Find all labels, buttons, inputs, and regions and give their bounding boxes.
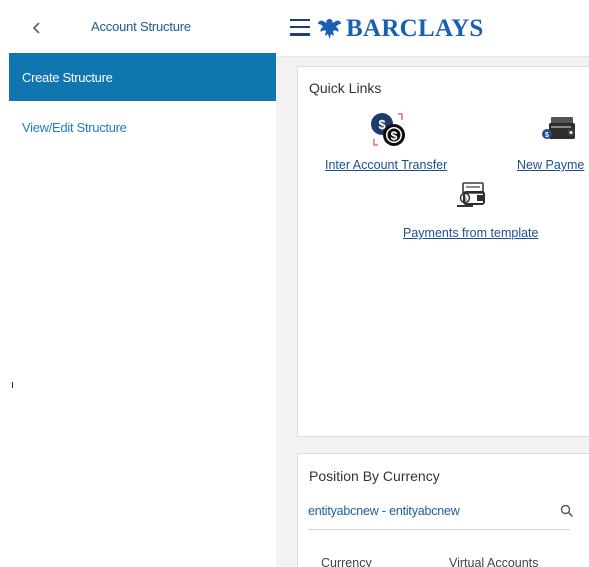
svg-text:$: $	[545, 132, 549, 139]
brand-name: BARCLAYS	[346, 15, 484, 42]
sidebar-item-create-structure[interactable]: Create Structure	[9, 53, 276, 101]
quick-links-title: Quick Links	[309, 80, 382, 96]
svg-text:$: $	[391, 129, 398, 143]
currency-exchange-icon[interactable]: $ $	[368, 111, 408, 149]
entity-select[interactable]: entityabcnew - entityabcnew	[308, 496, 570, 530]
hamburger-menu-icon[interactable]	[290, 19, 310, 36]
divider	[12, 382, 13, 388]
top-header: BARCLAYS	[276, 0, 589, 57]
wallet-payment-icon[interactable]: $	[541, 115, 577, 143]
chevron-left-icon[interactable]	[29, 18, 45, 38]
column-header-currency: Currency	[321, 556, 372, 567]
sidebar-title: Account Structure	[91, 19, 191, 34]
payment-template-icon[interactable]: $	[456, 181, 486, 209]
sidebar-header: Account Structure	[0, 0, 276, 54]
sidebar-item-label: View/Edit Structure	[22, 119, 127, 135]
sidebar-item-label: Create Structure	[22, 69, 113, 85]
sidebar: Account Structure Create Structure View/…	[0, 0, 276, 567]
column-header-virtual-accounts: Virtual Accounts	[449, 556, 539, 567]
search-icon[interactable]	[560, 504, 574, 518]
brand-logo[interactable]: BARCLAYS	[317, 15, 484, 43]
quick-links-card: Quick Links $ $ Inter Account Transfer $…	[297, 66, 589, 437]
position-by-currency-card: Position By Currency entityabcnew - enti…	[297, 453, 589, 567]
eagle-logo-icon	[318, 19, 341, 39]
new-payment-link[interactable]: New Payme	[517, 158, 584, 172]
payments-from-template-link[interactable]: Payments from template	[403, 226, 538, 240]
inter-account-transfer-link[interactable]: Inter Account Transfer	[325, 158, 447, 172]
entity-select-value: entityabcnew - entityabcnew	[308, 504, 460, 518]
sidebar-item-view-edit-structure[interactable]: View/Edit Structure	[9, 103, 276, 151]
position-by-currency-title: Position By Currency	[309, 468, 440, 484]
